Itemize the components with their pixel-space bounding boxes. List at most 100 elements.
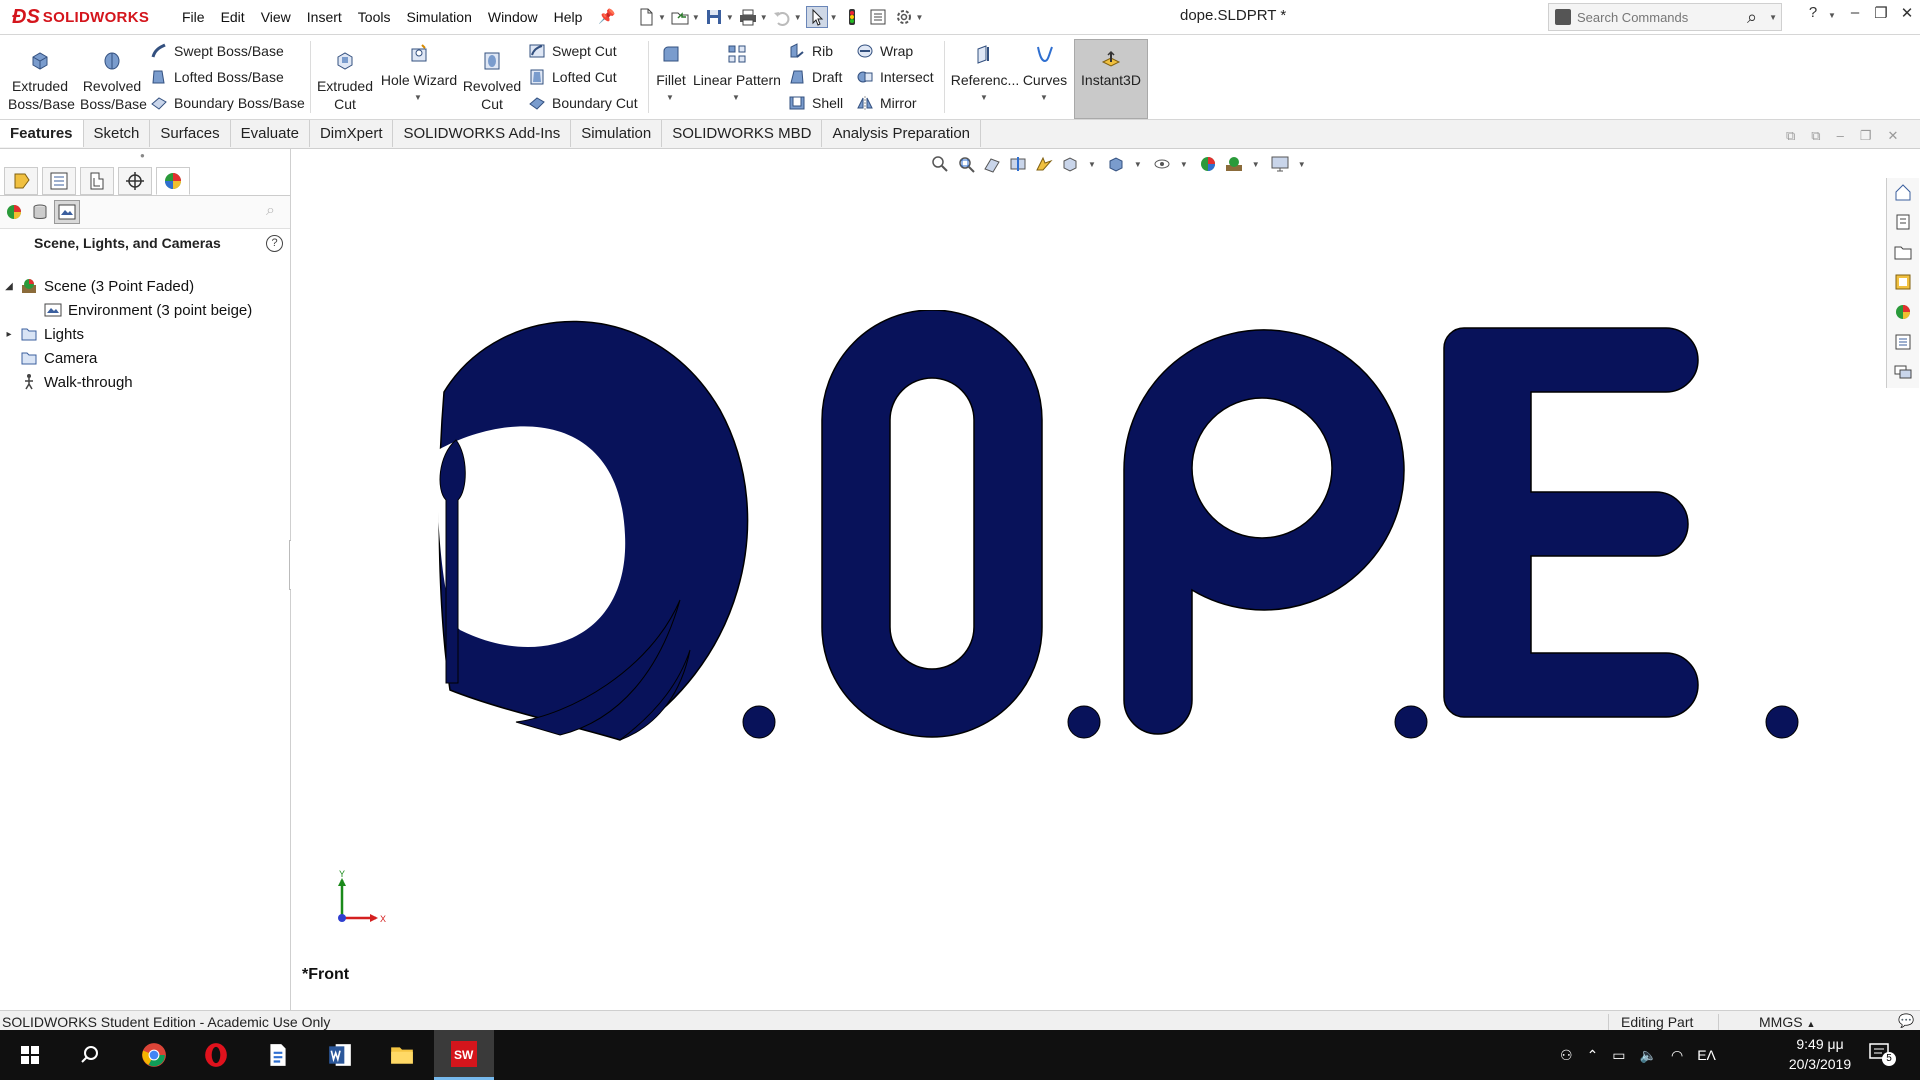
select-dropdown-icon[interactable]: ▼ (830, 13, 838, 22)
zoom-to-area-icon[interactable] (956, 154, 976, 174)
shell-button[interactable]: Shell (788, 91, 843, 115)
instant3d-toggle[interactable]: Instant3D (1074, 39, 1148, 119)
file-properties-icon[interactable] (868, 7, 888, 27)
action-center-button[interactable]: 5 (1868, 1042, 1898, 1068)
language-indicator[interactable]: ΕΛ (1697, 1047, 1716, 1063)
home-icon[interactable] (1893, 182, 1913, 202)
edit-appearance-icon[interactable] (1198, 154, 1218, 174)
viewport-tile-right-icon[interactable]: ⧉ (1811, 128, 1820, 144)
print-dropdown-icon[interactable]: ▼ (760, 13, 768, 22)
fillet-button[interactable]: Fillet ▼ (652, 39, 690, 113)
resources-icon[interactable] (1893, 212, 1913, 232)
print-icon[interactable] (738, 7, 758, 27)
viewport-restore-icon[interactable]: ❐ (1860, 128, 1872, 144)
display-style-icon[interactable] (1106, 154, 1126, 174)
options-dropdown-icon[interactable]: ▼ (916, 13, 924, 22)
search-icon[interactable]: ⌕ (1737, 7, 1767, 28)
undo-dropdown-icon[interactable]: ▼ (794, 13, 802, 22)
view-orientation-icon[interactable] (1060, 154, 1080, 174)
battery-icon[interactable]: ▭ (1612, 1047, 1625, 1064)
taskbar-solidworks[interactable]: SW (434, 1030, 494, 1080)
lofted-cut-button[interactable]: Lofted Cut (528, 65, 638, 89)
draft-button[interactable]: Draft (788, 65, 843, 89)
display-manager-tab[interactable] (156, 167, 190, 195)
search-input[interactable]: Search Commands (1577, 10, 1737, 25)
intersect-button[interactable]: Intersect (856, 65, 934, 89)
menu-window[interactable]: Window (480, 9, 546, 25)
restore-button[interactable]: ❐ (1870, 4, 1892, 28)
tab-simulation[interactable]: Simulation (571, 120, 663, 147)
open-folder-icon[interactable] (670, 7, 690, 27)
minimize-button[interactable]: – (1844, 4, 1866, 28)
windows-start-button[interactable] (0, 1030, 60, 1080)
taskbar-clock[interactable]: 9:49 μμ 20/3/2019 (1770, 1034, 1870, 1074)
tree-item-walk-through[interactable]: Walk-through (4, 370, 252, 394)
custom-properties-icon[interactable] (1893, 332, 1913, 352)
collapse-arrow-icon[interactable]: ◢ (4, 281, 14, 292)
tab-solidworks-add-ins[interactable]: SOLIDWORKS Add-Ins (393, 120, 572, 147)
new-document-icon[interactable] (636, 7, 656, 27)
new-dropdown-icon[interactable]: ▼ (658, 13, 666, 22)
reference-geometry-button[interactable]: Referenc... ▼ (950, 39, 1020, 113)
options-gear-icon[interactable] (894, 7, 914, 27)
open-dropdown-icon[interactable]: ▼ (692, 13, 700, 22)
taskbar-opera[interactable] (186, 1030, 246, 1080)
menu-view[interactable]: View (253, 9, 299, 25)
taskbar-document-viewer[interactable] (248, 1030, 308, 1080)
select-pointer-icon[interactable] (805, 6, 828, 28)
view-palette-icon[interactable] (1893, 272, 1913, 292)
linear-pattern-dropdown-icon[interactable]: ▼ (694, 89, 778, 107)
swept-cut-button[interactable]: Swept Cut (528, 39, 638, 63)
revolved-cut-button[interactable]: Revolved Cut (460, 39, 524, 113)
menu-edit[interactable]: Edit (213, 9, 253, 25)
viewport-close-icon[interactable]: ✕ (1887, 128, 1898, 144)
scene-lights-cameras-view-icon[interactable] (54, 200, 80, 224)
help-question-icon[interactable]: ? (266, 235, 283, 252)
view-settings-dropdown-icon[interactable]: ▼ (1298, 160, 1306, 169)
apply-scene-dropdown-icon[interactable]: ▼ (1252, 160, 1260, 169)
solidworks-logo[interactable]: ƉS SOLIDWORKS (12, 4, 152, 30)
tree-item-environment[interactable]: Environment (3 point beige) (4, 298, 252, 322)
dimxpert-manager-tab[interactable] (118, 167, 152, 195)
menu-insert[interactable]: Insert (299, 9, 350, 25)
extruded-cut-button[interactable]: Extruded Cut (313, 39, 377, 113)
file-explorer-icon[interactable] (1893, 242, 1913, 262)
undo-icon[interactable] (772, 7, 792, 27)
tab-features[interactable]: Features (0, 120, 84, 147)
swept-boss-button[interactable]: Swept Boss/Base (150, 39, 305, 63)
rebuild-icon[interactable] (842, 7, 862, 27)
appearances-view-icon[interactable] (4, 202, 24, 222)
viewport-tile-left-icon[interactable]: ⧉ (1786, 128, 1795, 144)
fillet-dropdown-icon[interactable]: ▼ (654, 89, 686, 107)
view-orientation-dropdown-icon[interactable]: ▼ (1088, 160, 1096, 169)
help-icon[interactable]: ? (1802, 4, 1824, 28)
rib-button[interactable]: Rib (788, 39, 843, 63)
taskbar-word[interactable] (310, 1030, 370, 1080)
mirror-button[interactable]: Mirror (856, 91, 934, 115)
dynamic-annotation-icon[interactable] (1034, 154, 1054, 174)
curves-dropdown-icon[interactable]: ▼ (1022, 89, 1066, 107)
display-style-dropdown-icon[interactable]: ▼ (1134, 160, 1142, 169)
chat-bubble-icon[interactable]: 💬 (1898, 1013, 1914, 1029)
hole-wizard-dropdown-icon[interactable]: ▼ (382, 89, 454, 107)
revolved-boss-button[interactable]: Revolved Boss/Base (80, 39, 147, 113)
previous-view-icon[interactable] (982, 154, 1002, 174)
hole-wizard-button[interactable]: Hole Wizard ▼ (380, 39, 458, 113)
search-dropdown-icon[interactable]: ▼ (1769, 13, 1777, 22)
feature-manager-tab[interactable] (4, 167, 38, 195)
view-settings-icon[interactable] (1270, 154, 1290, 174)
zoom-to-fit-icon[interactable] (930, 154, 950, 174)
curves-button[interactable]: Curves ▼ (1020, 39, 1070, 113)
menu-simulation[interactable]: Simulation (398, 9, 479, 25)
extruded-boss-button[interactable]: Extruded Boss/Base (8, 39, 75, 113)
tab-surfaces[interactable]: Surfaces (150, 120, 231, 147)
configuration-manager-tab[interactable] (80, 167, 114, 195)
dope-model-part[interactable] (420, 310, 1820, 750)
reference-dropdown-icon[interactable]: ▼ (952, 89, 1016, 107)
tab-solidworks-mbd[interactable]: SOLIDWORKS MBD (662, 120, 823, 147)
property-manager-tab[interactable] (42, 167, 76, 195)
tab-dimxpert[interactable]: DimXpert (310, 120, 394, 147)
menu-tools[interactable]: Tools (350, 9, 399, 25)
boundary-cut-button[interactable]: Boundary Cut (528, 91, 638, 115)
reference-triad[interactable]: Y X (330, 870, 390, 930)
